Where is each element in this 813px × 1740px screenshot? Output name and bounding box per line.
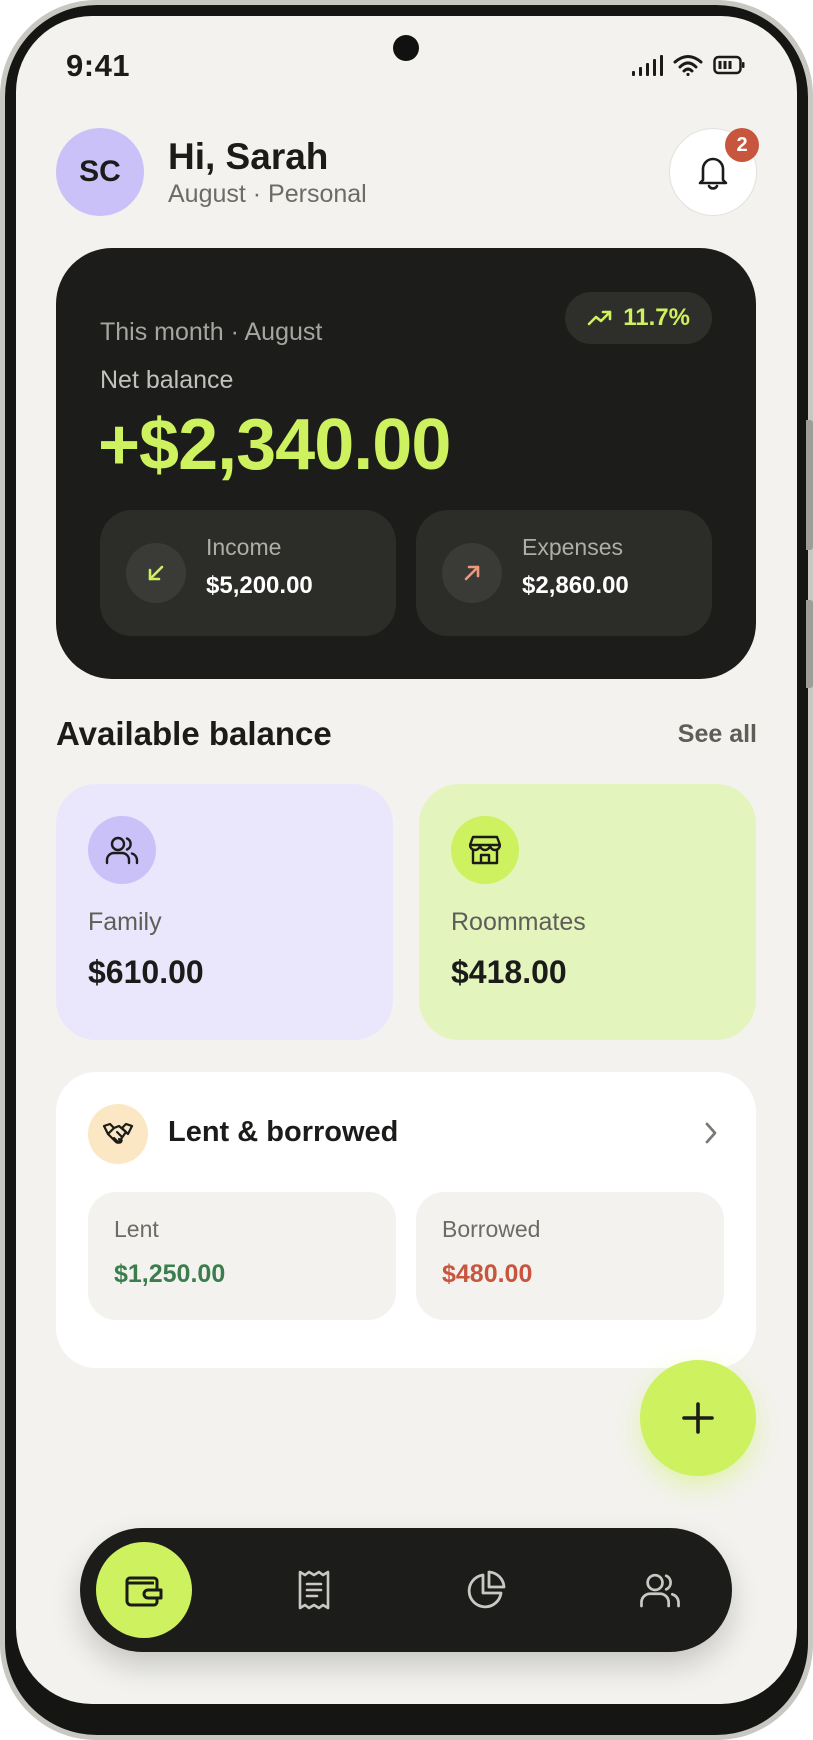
front-camera <box>393 35 419 61</box>
chevron-right-icon[interactable] <box>702 1120 720 1151</box>
account-subtitle: August · Personal <box>168 180 367 208</box>
available-balance-title: Available balance <box>56 715 332 752</box>
nav-item-transactions[interactable] <box>266 1542 362 1638</box>
status-time: 9:41 <box>66 48 131 83</box>
app-screen: 9:41 SC Hi, Sarah August · Personal 2 Th… <box>16 16 797 1704</box>
wallet-card-roommates[interactable]: Roommates $418.00 <box>419 784 756 1040</box>
power-button <box>806 600 813 688</box>
net-balance-card: This month · August 11.7% Net balance +$… <box>56 248 756 679</box>
wallet-name: Roommates <box>451 908 586 936</box>
net-balance-amount: +$2,340.00 <box>98 405 451 485</box>
nav-item-stats[interactable] <box>438 1542 534 1638</box>
status-icons <box>631 54 745 76</box>
trend-badge: 11.7% <box>565 292 712 344</box>
income-value: $5,200.00 <box>206 572 313 599</box>
signal-icon <box>632 55 663 76</box>
net-balance-label: Net balance <box>100 366 234 394</box>
wifi-icon <box>673 55 703 76</box>
notification-badge: 2 <box>725 128 759 162</box>
lent-value: $1,250.00 <box>114 1260 226 1288</box>
store-icon <box>451 816 519 884</box>
income-label: Income <box>206 534 282 560</box>
lent-label: Lent <box>114 1216 159 1242</box>
income-card[interactable]: Income $5,200.00 <box>100 510 396 636</box>
greeting: Hi, Sarah <box>168 136 329 177</box>
expenses-card[interactable]: Expenses $2,860.00 <box>416 510 712 636</box>
borrowed-label: Borrowed <box>442 1216 541 1242</box>
users-icon <box>88 816 156 884</box>
pie-chart-icon <box>467 1570 506 1609</box>
see-all-link[interactable]: See all <box>678 720 757 749</box>
arrow-up-right-icon <box>442 543 502 603</box>
handshake-icon <box>88 1104 148 1164</box>
trend-value: 11.7% <box>623 304 690 331</box>
trending-up-icon <box>587 310 612 326</box>
wallet-card-family[interactable]: Family $610.00 <box>56 784 393 1040</box>
avatar[interactable]: SC <box>56 128 144 216</box>
wallet-amount: $418.00 <box>451 954 567 990</box>
borrowed-value: $480.00 <box>442 1260 533 1288</box>
add-button[interactable] <box>640 1360 756 1476</box>
wallet-name: Family <box>88 908 162 936</box>
expenses-label: Expenses <box>522 534 624 560</box>
receipt-icon <box>298 1570 330 1610</box>
borrowed-summary: Borrowed $480.00 <box>416 1192 724 1320</box>
lent-borrowed-card[interactable]: Lent & borrowed Lent $1,250.00 Borrowed … <box>56 1072 756 1368</box>
nav-item-groups[interactable] <box>612 1542 708 1638</box>
bottom-nav <box>80 1528 732 1652</box>
lent-borrowed-title: Lent & borrowed <box>168 1116 399 1148</box>
wallet-amount: $610.00 <box>88 954 204 990</box>
battery-icon <box>713 55 745 75</box>
device-frame: 9:41 SC Hi, Sarah August · Personal 2 Th… <box>0 0 813 1740</box>
volume-button <box>806 420 813 550</box>
nav-item-wallet[interactable] <box>96 1542 192 1638</box>
wallet-icon <box>125 1576 163 1607</box>
users-icon <box>640 1573 680 1608</box>
expenses-value: $2,860.00 <box>522 572 629 599</box>
bell-icon <box>698 157 728 190</box>
plus-icon <box>682 1402 714 1434</box>
lent-summary: Lent $1,250.00 <box>88 1192 396 1320</box>
arrow-down-left-icon <box>126 543 186 603</box>
balance-period: This month · August <box>100 318 323 346</box>
